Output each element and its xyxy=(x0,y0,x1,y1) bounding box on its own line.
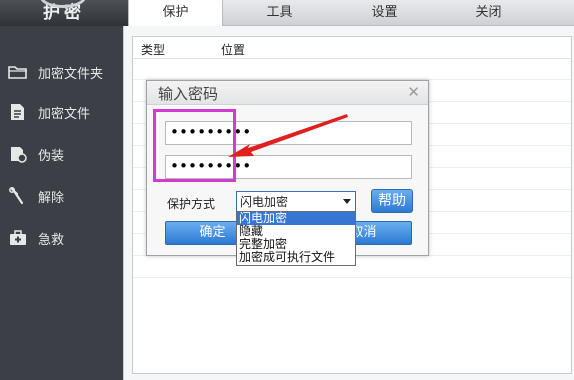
annotation-arrow-icon xyxy=(228,114,348,157)
app-window: 护密 保护 工具 设置 关闭 加密文件夹 加密文件 伪装 解除 急救 类型 位置… xyxy=(0,0,574,380)
